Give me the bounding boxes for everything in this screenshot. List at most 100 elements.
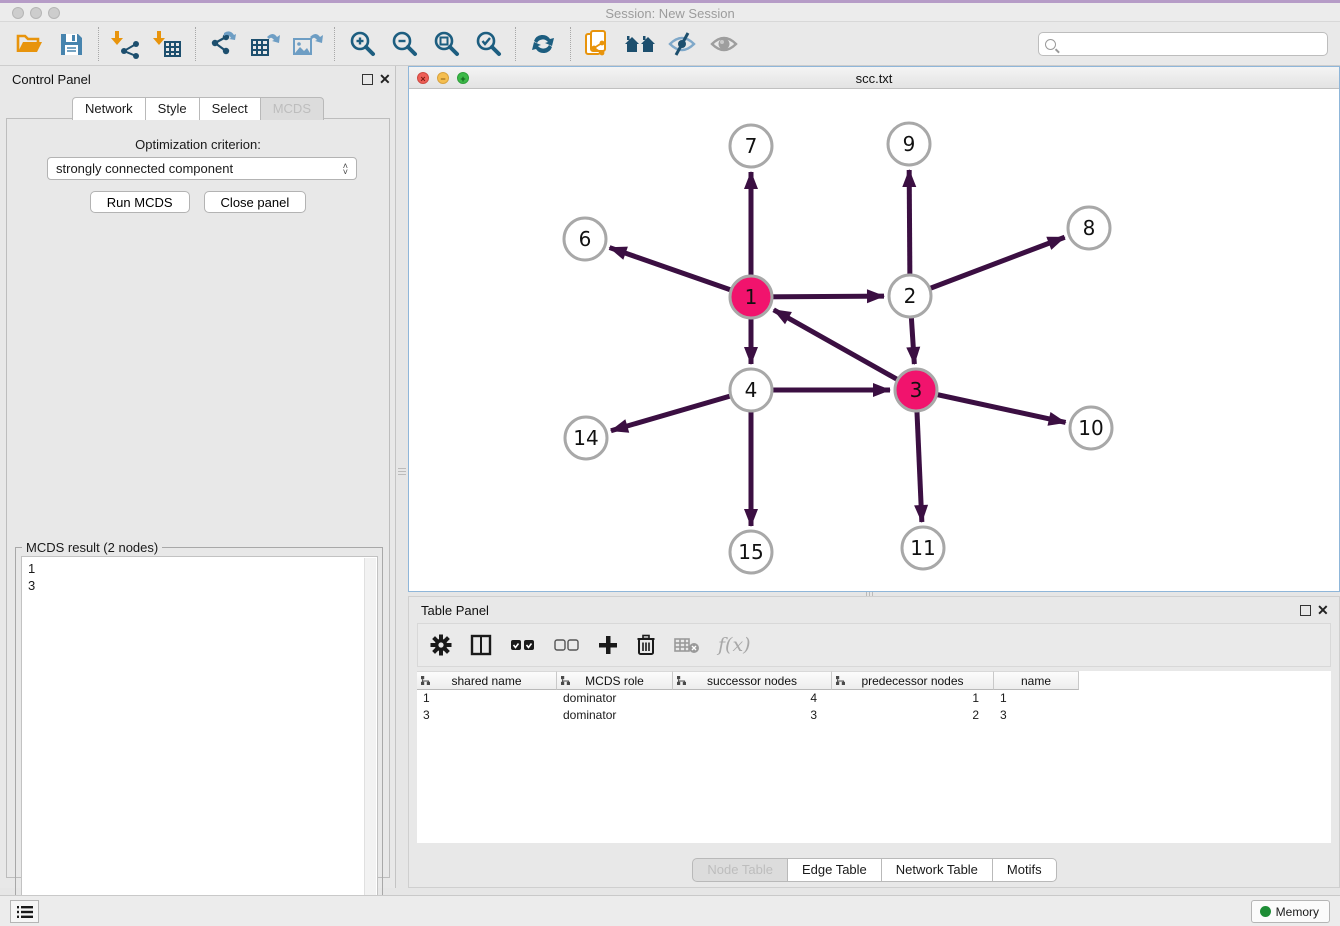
zoom-in-icon[interactable]: [341, 26, 383, 62]
graph-node-7[interactable]: 7: [730, 125, 772, 167]
tab-edge-table[interactable]: Edge Table: [787, 858, 882, 882]
node-table: shared nameMCDS rolesuccessor nodesprede…: [417, 671, 1331, 843]
network-graph-canvas[interactable]: 7 9 6 8 1 2 4 3 14 10 15 11: [409, 89, 1339, 591]
graph-node-8[interactable]: 8: [1068, 207, 1110, 249]
zoom-fit-icon[interactable]: [425, 26, 467, 62]
table-tabs: Node TableEdge TableNetwork TableMotifs: [409, 858, 1339, 882]
close-table-panel-icon[interactable]: ✕: [1317, 602, 1329, 619]
memory-button[interactable]: Memory: [1251, 900, 1330, 923]
edge-2-8[interactable]: [910, 237, 1065, 296]
table-cell[interactable]: dominator: [557, 690, 673, 707]
search-input[interactable]: [1060, 34, 1327, 54]
table-cell[interactable]: 4: [673, 690, 832, 707]
table-cell[interactable]: 2: [832, 707, 994, 724]
mcds-tab-content: Optimization criterion: strongly connect…: [6, 118, 390, 878]
graph-node-2[interactable]: 2: [889, 275, 931, 317]
open-session-icon[interactable]: [8, 26, 50, 62]
delete-column-icon[interactable]: [636, 634, 656, 656]
graph-node-4[interactable]: 4: [730, 369, 772, 411]
svg-text:6: 6: [579, 227, 592, 251]
graph-node-1[interactable]: 1: [730, 276, 772, 318]
deselect-all-columns-icon[interactable]: [554, 638, 580, 652]
app-titlebar: Session: New Session: [0, 3, 1340, 22]
show-column-panel-icon[interactable]: [470, 634, 492, 656]
clone-network-icon[interactable]: [577, 26, 619, 62]
add-column-icon[interactable]: [598, 635, 618, 655]
column-header-name[interactable]: name: [994, 671, 1079, 690]
control-panel: Control Panel ✕ NetworkStyleSelectMCDS O…: [0, 66, 396, 888]
edge-3-1[interactable]: [774, 310, 916, 390]
tab-select[interactable]: Select: [199, 97, 261, 120]
table-toolbar: f(x): [417, 623, 1331, 667]
table-cell[interactable]: 3: [673, 707, 832, 724]
mcds-result-list[interactable]: 13: [21, 556, 378, 913]
column-header-successor-nodes[interactable]: successor nodes: [673, 671, 832, 690]
graph-node-14[interactable]: 14: [565, 417, 607, 459]
edge-3-10[interactable]: [916, 390, 1066, 422]
control-panel-tabs: NetworkStyleSelectMCDS: [0, 97, 395, 120]
delete-table-icon: [674, 636, 700, 654]
column-header-shared-name[interactable]: shared name: [417, 671, 557, 690]
select-all-columns-icon[interactable]: [510, 638, 536, 652]
result-scrollbar[interactable]: [364, 558, 376, 913]
graph-node-9[interactable]: 9: [888, 123, 930, 165]
select-chevrons-icon: ˄˅: [343, 163, 348, 175]
export-table-icon[interactable]: [244, 26, 286, 62]
tab-network[interactable]: Network: [72, 97, 146, 120]
import-table-icon[interactable]: [147, 26, 189, 62]
svg-text:10: 10: [1078, 416, 1103, 440]
network-window-titlebar[interactable]: × − + scc.txt: [409, 67, 1339, 89]
table-cell[interactable]: 1: [832, 690, 994, 707]
table-cell[interactable]: 3: [994, 707, 1079, 724]
import-network-icon[interactable]: [105, 26, 147, 62]
svg-text:11: 11: [910, 536, 935, 560]
list-icon: [17, 905, 33, 919]
table-header-row: shared nameMCDS rolesuccessor nodesprede…: [417, 671, 1331, 690]
table-cell[interactable]: 1: [994, 690, 1079, 707]
float-panel-icon[interactable]: [362, 74, 373, 85]
graph-node-3[interactable]: 3: [895, 369, 937, 411]
export-network-icon[interactable]: [202, 26, 244, 62]
table-row[interactable]: 3dominator323: [417, 707, 1331, 724]
mcds-result-group: MCDS result (2 nodes) 13: [15, 547, 383, 919]
run-mcds-button[interactable]: Run MCDS: [90, 191, 190, 213]
float-table-panel-icon[interactable]: [1300, 605, 1311, 616]
column-header-predecessor-nodes[interactable]: predecessor nodes: [832, 671, 994, 690]
table-row[interactable]: 1dominator411: [417, 690, 1331, 707]
table-cell[interactable]: 1: [417, 690, 557, 707]
tab-motifs[interactable]: Motifs: [992, 858, 1057, 882]
vertical-splitter-grip[interactable]: [398, 462, 406, 480]
main-toolbar: [0, 22, 1340, 66]
column-header-mcds-role[interactable]: MCDS role: [557, 671, 673, 690]
tab-network-table[interactable]: Network Table: [881, 858, 993, 882]
network-window-title: scc.txt: [409, 71, 1339, 86]
task-history-button[interactable]: [10, 900, 39, 923]
optimization-select[interactable]: strongly connected component ˄˅: [47, 157, 357, 180]
graph-node-6[interactable]: 6: [564, 218, 606, 260]
save-session-icon[interactable]: [50, 26, 92, 62]
toolbar-separator: [334, 27, 335, 61]
export-image-icon[interactable]: [286, 26, 328, 62]
table-cell[interactable]: 3: [417, 707, 557, 724]
graph-node-15[interactable]: 15: [730, 531, 772, 573]
zoom-out-icon[interactable]: [383, 26, 425, 62]
svg-text:15: 15: [738, 540, 763, 564]
toolbar-separator: [195, 27, 196, 61]
svg-text:9: 9: [903, 132, 916, 156]
network-view-window: × − + scc.txt 7 9 6 8 1 2 4 3 14 10 15 11: [408, 66, 1340, 592]
graph-node-10[interactable]: 10: [1070, 407, 1112, 449]
svg-text:2: 2: [904, 284, 917, 308]
first-neighbors-icon[interactable]: [619, 26, 661, 62]
tab-style[interactable]: Style: [145, 97, 200, 120]
apply-layout-icon[interactable]: [522, 26, 564, 62]
hide-selected-icon[interactable]: [661, 26, 703, 62]
zoom-selected-icon[interactable]: [467, 26, 509, 62]
tab-node-table[interactable]: Node Table: [692, 858, 788, 882]
table-options-gear-icon[interactable]: [430, 634, 452, 656]
close-panel-button[interactable]: Close panel: [204, 191, 307, 213]
close-panel-icon[interactable]: ✕: [379, 71, 391, 88]
table-cell[interactable]: dominator: [557, 707, 673, 724]
tab-mcds[interactable]: MCDS: [260, 97, 324, 120]
search-box[interactable]: [1038, 32, 1328, 56]
graph-node-11[interactable]: 11: [902, 527, 944, 569]
